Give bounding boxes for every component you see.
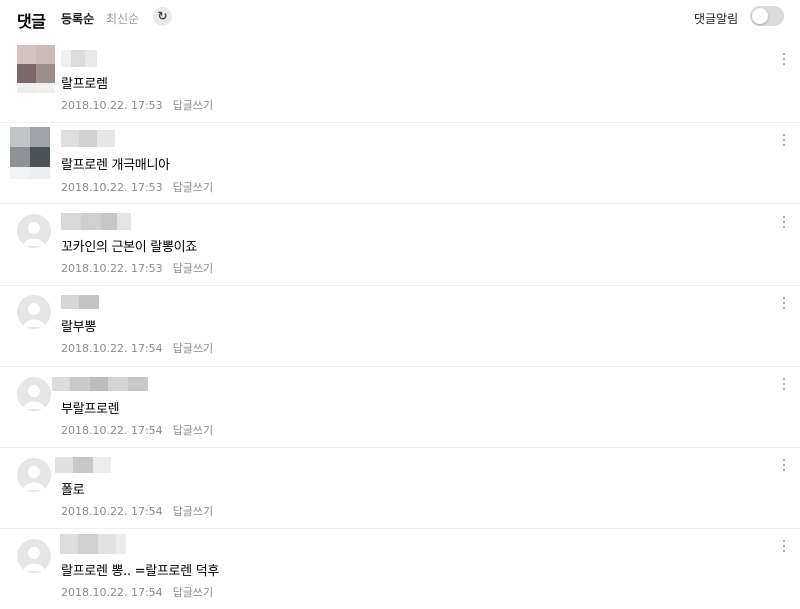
default-avatar-icon xyxy=(17,214,51,248)
avatar xyxy=(10,127,50,179)
nickname-redacted xyxy=(60,534,126,554)
comment-date: 2018.10.22. 17:54 xyxy=(61,424,163,437)
reply-button[interactable]: 답글쓰기 xyxy=(173,99,213,112)
comment-item: 랄프로렘 2018.10.22. 17:53 답글쓰기 xyxy=(0,41,800,123)
more-options-icon[interactable] xyxy=(781,295,787,311)
comment-text: 랄프로렘 xyxy=(61,77,108,92)
comment-notification-toggle[interactable] xyxy=(750,6,784,26)
more-options-icon[interactable] xyxy=(781,457,787,473)
more-options-icon[interactable] xyxy=(781,538,787,554)
comment-text: 폴로 xyxy=(61,483,85,498)
reply-button[interactable]: 답글쓰기 xyxy=(173,181,213,194)
toggle-knob xyxy=(752,8,768,24)
comment-meta: 2018.10.22. 17:53 답글쓰기 xyxy=(61,260,213,276)
comment-date: 2018.10.22. 17:53 xyxy=(61,99,163,112)
comment-meta: 2018.10.22. 17:53 답글쓰기 xyxy=(61,179,213,195)
avatar xyxy=(17,45,55,93)
comment-date: 2018.10.22. 17:53 xyxy=(61,181,163,194)
sort-latest-tab[interactable]: 최신순 xyxy=(106,10,139,27)
nickname-redacted xyxy=(61,295,99,309)
comment-item: 부랄프로렌 2018.10.22. 17:54 답글쓰기 xyxy=(0,366,800,448)
comment-item: 꼬카인의 근본이 랄뽕이죠 2018.10.22. 17:53 답글쓰기 xyxy=(0,204,800,286)
nickname-redacted xyxy=(61,213,131,230)
comment-date: 2018.10.22. 17:53 xyxy=(61,262,163,275)
default-avatar-icon xyxy=(17,295,51,329)
refresh-icon[interactable]: ↻ xyxy=(153,7,172,26)
more-options-icon[interactable] xyxy=(781,214,787,230)
comment-date: 2018.10.22. 17:54 xyxy=(61,342,163,355)
comment-text: 부랄프로렌 xyxy=(61,402,120,417)
comment-text: 꼬카인의 근본이 랄뽕이죠 xyxy=(61,240,197,255)
reply-button[interactable]: 답글쓰기 xyxy=(173,586,213,599)
comment-item: 랄프로렌 뽕.. =랄프로렌 덕후 2018.10.22. 17:54 답글쓰기 xyxy=(0,528,800,609)
reply-button[interactable]: 답글쓰기 xyxy=(173,424,213,437)
more-options-icon[interactable] xyxy=(781,376,787,392)
comment-text: 랄프로렌 뽕.. =랄프로렌 덕후 xyxy=(61,564,220,579)
reply-button[interactable]: 답글쓰기 xyxy=(173,505,213,518)
nickname-redacted xyxy=(61,130,115,147)
nickname-redacted xyxy=(55,457,111,473)
comments-header: 댓글 등록순 최신순 ↻ 댓글알림 xyxy=(0,0,800,36)
comments-title: 댓글 xyxy=(17,12,46,31)
more-options-icon[interactable] xyxy=(781,51,787,67)
comment-meta: 2018.10.22. 17:54 답글쓰기 xyxy=(61,422,213,438)
nickname-redacted xyxy=(52,377,148,391)
comment-item: 랄부뽕 2018.10.22. 17:54 답글쓰기 xyxy=(0,285,800,367)
comment-meta: 2018.10.22. 17:54 답글쓰기 xyxy=(61,503,213,519)
nickname-redacted xyxy=(61,50,97,67)
comment-item: 폴로 2018.10.22. 17:54 답글쓰기 xyxy=(0,447,800,529)
comment-text: 랄프로렌 개극매니아 xyxy=(61,158,170,173)
more-options-icon[interactable] xyxy=(781,132,787,148)
comment-meta: 2018.10.22. 17:54 답글쓰기 xyxy=(61,340,213,356)
comment-notification-label: 댓글알림 xyxy=(694,12,739,26)
default-avatar-icon xyxy=(17,539,51,573)
reply-button[interactable]: 답글쓰기 xyxy=(173,342,213,355)
default-avatar-icon xyxy=(17,377,51,411)
comment-date: 2018.10.22. 17:54 xyxy=(61,586,163,599)
comment-item: 랄프로렌 개극매니아 2018.10.22. 17:53 답글쓰기 xyxy=(0,122,800,204)
default-avatar-icon xyxy=(17,458,51,492)
reply-button[interactable]: 답글쓰기 xyxy=(173,262,213,275)
comment-meta: 2018.10.22. 17:53 답글쓰기 xyxy=(61,97,213,113)
sort-registered-tab[interactable]: 등록순 xyxy=(61,10,94,27)
comment-text: 랄부뽕 xyxy=(61,320,96,335)
comment-date: 2018.10.22. 17:54 xyxy=(61,505,163,518)
comment-meta: 2018.10.22. 17:54 답글쓰기 xyxy=(61,584,213,600)
